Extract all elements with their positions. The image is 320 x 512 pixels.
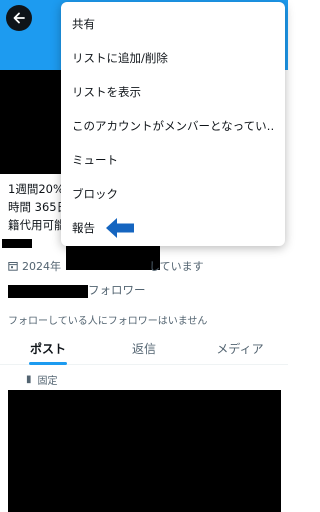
menu-item-report[interactable]: 報告 [61,211,285,245]
tab-media[interactable]: メディア [192,338,288,364]
overflow-menu: 共有 リストに追加/削除 リストを表示 このアカウントがメンバーとなってい‥ ミ… [61,2,285,246]
bio-line: 1週間20% [8,182,64,196]
menu-item-member-lists[interactable]: このアカウントがメンバーとなってい‥ [61,109,285,143]
menu-item-block[interactable]: ブロック [61,177,285,211]
no-mutual-followers-text: フォローしている人にフォロワーはいません [8,316,208,327]
pinned-post-image-redacted[interactable] [8,390,281,512]
joined-suffix: しています [149,260,204,273]
pinned-label: 固定 [37,376,58,387]
joined-date: 2024年 しています [8,258,204,274]
followers-link[interactable]: フォロワー [88,282,146,298]
pin-icon: ▮ [26,374,32,385]
tab-replies[interactable]: 返信 [96,338,192,364]
left-arrow-pointer-icon [105,217,135,239]
bio-line: 籍代用可能 [8,218,66,232]
back-button[interactable] [6,5,32,31]
menu-item-report-label: 報告 [72,221,95,235]
profile-bio: 1週間20% 時間 365日 籍代用可能 [8,180,68,234]
pinned-indicator: ▮ 固定 [26,372,58,387]
menu-item-add-remove-list[interactable]: リストに追加/削除 [61,41,285,75]
joined-prefix: 2024年 [22,260,61,273]
arrow-left-icon [13,12,25,24]
calendar-icon [8,262,18,271]
redacted-text [2,239,32,248]
profile-tabs: ポスト 返信 メディア [0,338,288,365]
profile-image-redacted [0,70,66,174]
redacted-follower-count [8,285,88,298]
bio-line: 時間 365日 [8,200,68,214]
menu-item-view-lists[interactable]: リストを表示 [61,75,285,109]
tab-posts[interactable]: ポスト [0,338,96,365]
menu-item-share[interactable]: 共有 [61,7,285,41]
menu-item-mute[interactable]: ミュート [61,143,285,177]
